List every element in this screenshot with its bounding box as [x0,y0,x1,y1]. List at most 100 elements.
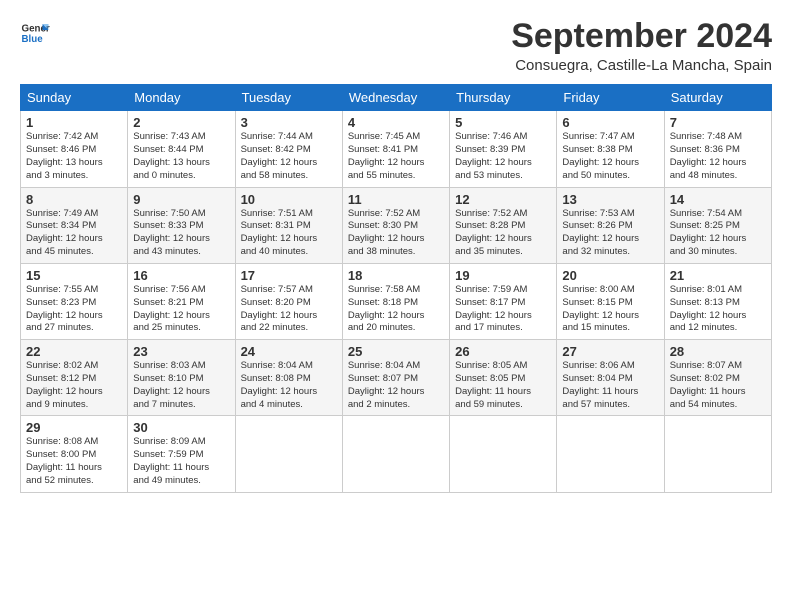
day-number: 7 [670,115,766,130]
day-info: Sunrise: 7:54 AM Sunset: 8:25 PM Dayligh… [670,208,766,259]
day-number: 27 [562,344,658,359]
table-row: 14Sunrise: 7:54 AM Sunset: 8:25 PM Dayli… [664,187,771,263]
calendar-week-0: 1Sunrise: 7:42 AM Sunset: 8:46 PM Daylig… [21,111,772,187]
calendar-week-4: 29Sunrise: 8:08 AM Sunset: 8:00 PM Dayli… [21,416,772,492]
table-row: 1Sunrise: 7:42 AM Sunset: 8:46 PM Daylig… [21,111,128,187]
day-info: Sunrise: 7:42 AM Sunset: 8:46 PM Dayligh… [26,131,122,182]
header-row: Sunday Monday Tuesday Wednesday Thursday… [21,85,772,111]
day-info: Sunrise: 7:56 AM Sunset: 8:21 PM Dayligh… [133,284,229,335]
col-wednesday: Wednesday [342,85,449,111]
day-info: Sunrise: 8:04 AM Sunset: 8:08 PM Dayligh… [241,360,337,411]
day-number: 25 [348,344,444,359]
day-number: 30 [133,420,229,435]
month-title: September 2024 [511,18,772,55]
table-row: 19Sunrise: 7:59 AM Sunset: 8:17 PM Dayli… [450,263,557,339]
table-row: 26Sunrise: 8:05 AM Sunset: 8:05 PM Dayli… [450,340,557,416]
table-row: 28Sunrise: 8:07 AM Sunset: 8:02 PM Dayli… [664,340,771,416]
day-info: Sunrise: 7:43 AM Sunset: 8:44 PM Dayligh… [133,131,229,182]
header: General Blue September 2024 Consuegra, C… [20,18,772,74]
table-row: 25Sunrise: 8:04 AM Sunset: 8:07 PM Dayli… [342,340,449,416]
table-row: 18Sunrise: 7:58 AM Sunset: 8:18 PM Dayli… [342,263,449,339]
col-monday: Monday [128,85,235,111]
day-info: Sunrise: 8:09 AM Sunset: 7:59 PM Dayligh… [133,436,229,487]
day-number: 21 [670,268,766,283]
day-info: Sunrise: 7:47 AM Sunset: 8:38 PM Dayligh… [562,131,658,182]
logo: General Blue [20,18,50,48]
table-row: 8Sunrise: 7:49 AM Sunset: 8:34 PM Daylig… [21,187,128,263]
day-number: 20 [562,268,658,283]
day-info: Sunrise: 7:57 AM Sunset: 8:20 PM Dayligh… [241,284,337,335]
day-number: 22 [26,344,122,359]
day-info: Sunrise: 7:53 AM Sunset: 8:26 PM Dayligh… [562,208,658,259]
day-number: 8 [26,192,122,207]
day-number: 1 [26,115,122,130]
calendar-week-1: 8Sunrise: 7:49 AM Sunset: 8:34 PM Daylig… [21,187,772,263]
day-number: 2 [133,115,229,130]
svg-text:Blue: Blue [22,34,44,45]
day-number: 19 [455,268,551,283]
col-friday: Friday [557,85,664,111]
day-number: 16 [133,268,229,283]
day-info: Sunrise: 7:52 AM Sunset: 8:28 PM Dayligh… [455,208,551,259]
day-number: 13 [562,192,658,207]
table-row: 13Sunrise: 7:53 AM Sunset: 8:26 PM Dayli… [557,187,664,263]
logo-icon: General Blue [20,18,50,48]
day-info: Sunrise: 7:55 AM Sunset: 8:23 PM Dayligh… [26,284,122,335]
day-number: 14 [670,192,766,207]
day-number: 28 [670,344,766,359]
table-row: 29Sunrise: 8:08 AM Sunset: 8:00 PM Dayli… [21,416,128,492]
col-thursday: Thursday [450,85,557,111]
table-row: 30Sunrise: 8:09 AM Sunset: 7:59 PM Dayli… [128,416,235,492]
calendar-table: Sunday Monday Tuesday Wednesday Thursday… [20,84,772,492]
day-info: Sunrise: 8:05 AM Sunset: 8:05 PM Dayligh… [455,360,551,411]
table-row: 6Sunrise: 7:47 AM Sunset: 8:38 PM Daylig… [557,111,664,187]
table-row: 5Sunrise: 7:46 AM Sunset: 8:39 PM Daylig… [450,111,557,187]
day-info: Sunrise: 7:52 AM Sunset: 8:30 PM Dayligh… [348,208,444,259]
day-info: Sunrise: 7:59 AM Sunset: 8:17 PM Dayligh… [455,284,551,335]
table-row: 12Sunrise: 7:52 AM Sunset: 8:28 PM Dayli… [450,187,557,263]
day-info: Sunrise: 8:04 AM Sunset: 8:07 PM Dayligh… [348,360,444,411]
table-row: 10Sunrise: 7:51 AM Sunset: 8:31 PM Dayli… [235,187,342,263]
day-number: 6 [562,115,658,130]
day-number: 29 [26,420,122,435]
day-number: 10 [241,192,337,207]
location-title: Consuegra, Castille-La Mancha, Spain [511,57,772,74]
table-row: 9Sunrise: 7:50 AM Sunset: 8:33 PM Daylig… [128,187,235,263]
day-number: 4 [348,115,444,130]
col-tuesday: Tuesday [235,85,342,111]
day-number: 18 [348,268,444,283]
table-row: 20Sunrise: 8:00 AM Sunset: 8:15 PM Dayli… [557,263,664,339]
day-info: Sunrise: 8:00 AM Sunset: 8:15 PM Dayligh… [562,284,658,335]
table-row [450,416,557,492]
day-info: Sunrise: 7:58 AM Sunset: 8:18 PM Dayligh… [348,284,444,335]
day-number: 26 [455,344,551,359]
day-number: 23 [133,344,229,359]
day-info: Sunrise: 7:51 AM Sunset: 8:31 PM Dayligh… [241,208,337,259]
day-info: Sunrise: 7:44 AM Sunset: 8:42 PM Dayligh… [241,131,337,182]
day-info: Sunrise: 8:06 AM Sunset: 8:04 PM Dayligh… [562,360,658,411]
day-number: 3 [241,115,337,130]
day-info: Sunrise: 8:01 AM Sunset: 8:13 PM Dayligh… [670,284,766,335]
table-row [664,416,771,492]
day-info: Sunrise: 7:50 AM Sunset: 8:33 PM Dayligh… [133,208,229,259]
table-row: 27Sunrise: 8:06 AM Sunset: 8:04 PM Dayli… [557,340,664,416]
table-row [342,416,449,492]
title-area: September 2024 Consuegra, Castille-La Ma… [511,18,772,74]
day-number: 11 [348,192,444,207]
day-number: 15 [26,268,122,283]
table-row: 7Sunrise: 7:48 AM Sunset: 8:36 PM Daylig… [664,111,771,187]
table-row: 24Sunrise: 8:04 AM Sunset: 8:08 PM Dayli… [235,340,342,416]
day-number: 9 [133,192,229,207]
day-number: 24 [241,344,337,359]
table-row: 22Sunrise: 8:02 AM Sunset: 8:12 PM Dayli… [21,340,128,416]
table-row: 23Sunrise: 8:03 AM Sunset: 8:10 PM Dayli… [128,340,235,416]
table-row: 15Sunrise: 7:55 AM Sunset: 8:23 PM Dayli… [21,263,128,339]
calendar-week-2: 15Sunrise: 7:55 AM Sunset: 8:23 PM Dayli… [21,263,772,339]
day-info: Sunrise: 7:49 AM Sunset: 8:34 PM Dayligh… [26,208,122,259]
table-row [557,416,664,492]
day-info: Sunrise: 8:02 AM Sunset: 8:12 PM Dayligh… [26,360,122,411]
calendar-week-3: 22Sunrise: 8:02 AM Sunset: 8:12 PM Dayli… [21,340,772,416]
day-info: Sunrise: 7:48 AM Sunset: 8:36 PM Dayligh… [670,131,766,182]
page: General Blue September 2024 Consuegra, C… [0,0,792,612]
table-row: 3Sunrise: 7:44 AM Sunset: 8:42 PM Daylig… [235,111,342,187]
